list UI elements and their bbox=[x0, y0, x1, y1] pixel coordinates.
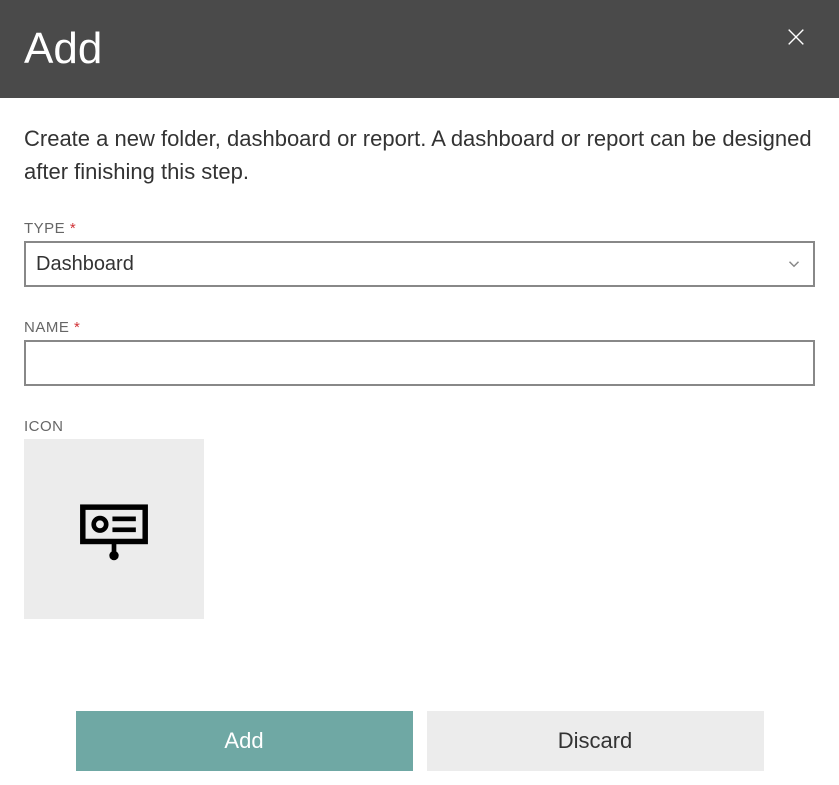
icon-field-group: ICON bbox=[24, 418, 815, 619]
presentation-icon bbox=[75, 490, 153, 568]
icon-picker[interactable] bbox=[24, 439, 204, 619]
close-button[interactable] bbox=[777, 18, 815, 61]
name-label-text: NAME bbox=[24, 319, 69, 336]
close-icon bbox=[785, 26, 807, 48]
type-select[interactable]: Dashboard bbox=[24, 241, 815, 287]
add-button[interactable]: Add bbox=[76, 711, 413, 771]
type-label-text: TYPE bbox=[24, 220, 65, 237]
dialog-header: Add bbox=[0, 0, 839, 98]
dialog-title: Add bbox=[24, 24, 102, 74]
name-label: NAME * bbox=[24, 319, 815, 336]
icon-label: ICON bbox=[24, 418, 815, 435]
name-required-indicator: * bbox=[74, 319, 80, 336]
name-field-group: NAME * bbox=[24, 319, 815, 386]
description-text: Create a new folder, dashboard or report… bbox=[24, 122, 815, 188]
type-label: TYPE * bbox=[24, 220, 815, 237]
type-select-value: Dashboard bbox=[36, 253, 785, 276]
discard-button[interactable]: Discard bbox=[427, 711, 764, 771]
type-field-group: TYPE * Dashboard bbox=[24, 220, 815, 287]
dialog-content: Create a new folder, dashboard or report… bbox=[0, 98, 839, 675]
type-required-indicator: * bbox=[70, 220, 76, 237]
name-input[interactable] bbox=[24, 340, 815, 386]
chevron-down-icon bbox=[785, 255, 803, 273]
button-row: Add Discard bbox=[0, 711, 839, 771]
